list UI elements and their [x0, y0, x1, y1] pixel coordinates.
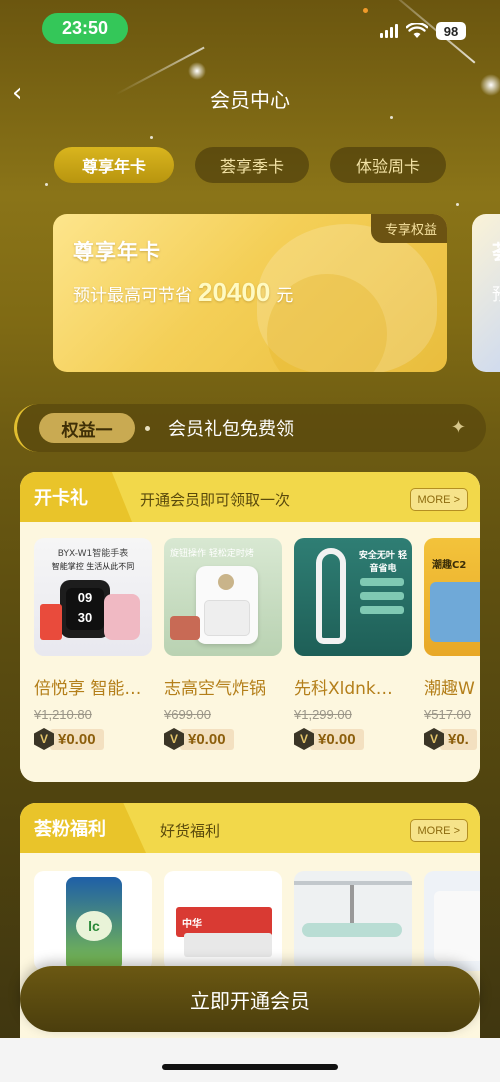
section-header: 开卡礼 开通会员即可领取一次 MORE >: [20, 472, 480, 522]
decorative-dot: [45, 183, 48, 186]
member-price: V ¥0.00: [164, 728, 282, 750]
image-caption: 旋钮操作 轻松定时烤: [170, 549, 254, 559]
original-price: ¥699.00: [164, 707, 211, 722]
image-caption: 潮趣C2: [432, 560, 467, 571]
member-price: V ¥0.00: [294, 728, 412, 750]
sparkle-icon: ✦: [450, 417, 466, 438]
hanger-icon: [302, 923, 402, 937]
toy-icon: [430, 582, 480, 642]
member-center-screen: 23:50 98 ‹ 会员中心 尊享年卡 荟享季卡 体验周卡 专享权益 尊享年卡…: [0, 0, 500, 1082]
product-name: 潮趣W: [424, 679, 475, 699]
price-value: ¥0.00: [310, 728, 364, 750]
detergent-icon: lc: [66, 877, 122, 971]
peek-sub: 预: [492, 280, 500, 305]
image-caption: 安全无叶 轻音省电: [358, 551, 408, 574]
savings-amount: 20400: [198, 277, 271, 307]
more-button[interactable]: MORE >: [409, 819, 468, 842]
product-card[interactable]: lc: [34, 871, 152, 971]
price-value: ¥0.00: [180, 728, 234, 750]
tab-annual-card[interactable]: 尊享年卡: [54, 147, 174, 183]
product-image: [434, 891, 480, 961]
product-name: 倍悦享 智能手表: [34, 679, 146, 699]
food-icon: [170, 616, 200, 640]
air-fryer-icon: [196, 566, 258, 644]
product-card[interactable]: [294, 871, 412, 971]
product-card[interactable]: 潮趣C2 潮趣W ¥517.00 V ¥0.: [424, 538, 480, 750]
product-name: 先科Xldnk无叶风扇: [294, 679, 406, 699]
battery-icon: 98: [436, 22, 466, 40]
peek-title: 荟: [492, 236, 500, 265]
product-image: 旋钮操作 轻松定时烤: [164, 538, 282, 656]
exclusive-badge: 专享权益: [370, 214, 447, 243]
next-card-peek[interactable]: 荟 预: [472, 214, 500, 372]
section-title: 荟粉福利: [34, 819, 106, 840]
benefit-chip: 权益一: [39, 413, 135, 443]
image-text: 智能掌控 生活从此不同: [51, 562, 135, 571]
home-indicator[interactable]: [162, 1064, 338, 1070]
tab-season-card[interactable]: 荟享季卡: [195, 147, 309, 183]
product-image: BYX-W1智能手表 智能掌控 生活从此不同 09 30: [34, 538, 152, 656]
watch-icon: [104, 594, 140, 640]
decorative-star-icon: [188, 62, 206, 80]
decorative-dot: [390, 116, 393, 119]
product-card[interactable]: 中华: [164, 871, 282, 971]
original-price: ¥1,210.80: [34, 707, 92, 722]
section-subtitle: 好货福利: [160, 822, 221, 840]
bottom-safe-area: [0, 1038, 500, 1082]
price-value: ¥0.: [440, 728, 477, 750]
decorative-dot: [456, 203, 459, 206]
membership-card[interactable]: 专享权益 尊享年卡 预计最高可节省 20400 元: [53, 214, 447, 372]
original-price: ¥1,299.00: [294, 707, 352, 722]
watch-icon: 09 30: [60, 580, 110, 638]
product-name: 志高空气炸锅: [164, 679, 266, 699]
product-image: 安全无叶 轻音省电: [294, 538, 412, 656]
section-title: 开卡礼: [34, 488, 88, 509]
savings-label: 预计最高可节省: [73, 286, 192, 306]
status-icons: 98: [380, 22, 466, 40]
decorative-dot: [150, 136, 153, 139]
more-button[interactable]: MORE >: [409, 488, 468, 511]
savings-unit: 元: [276, 286, 294, 306]
product-card[interactable]: 旋钮操作 轻松定时烤 志高空气炸锅 ¥699.00 V ¥0.00: [164, 538, 282, 750]
page-title: 会员中心: [210, 88, 290, 112]
hanger-hook: [350, 885, 354, 923]
separator-dot: [145, 425, 150, 431]
promo-tag: [40, 604, 62, 640]
member-price: V ¥0.: [424, 728, 480, 750]
benefit-bar: 权益一 会员礼包免费领 ✦: [14, 404, 486, 452]
product-card[interactable]: BYX-W1智能手表 智能掌控 生活从此不同 09 30 倍悦享 智能手表 ¥1,…: [34, 538, 152, 750]
price-value: ¥0.00: [50, 728, 104, 750]
benefit-text: 会员礼包免费领: [168, 419, 294, 440]
member-price: V ¥0.00: [34, 728, 152, 750]
decorative-dot: [363, 8, 368, 13]
product-card[interactable]: 安全无叶 轻音省电 先科Xldnk无叶风扇 ¥1,299.00 V ¥0.00: [294, 538, 412, 750]
toothpaste-icon: [184, 933, 272, 957]
wifi-icon: [406, 23, 428, 38]
activate-membership-button[interactable]: 立即开通会员: [20, 966, 480, 1032]
image-caption: BYX-W1智能手表: [57, 549, 129, 559]
card-title: 尊享年卡: [73, 240, 161, 264]
card-savings: 预计最高可节省 20400 元: [73, 277, 293, 308]
product-card[interactable]: [424, 871, 480, 971]
signal-icon: [380, 24, 398, 38]
gift-section: 开卡礼 开通会员即可领取一次 MORE > BYX-W1智能手表 智能掌控 生活…: [20, 472, 480, 782]
fan-icon: [316, 548, 346, 644]
section-subtitle: 开通会员即可领取一次: [140, 491, 291, 509]
tab-week-card[interactable]: 体验周卡: [330, 147, 446, 183]
status-time: 23:50: [42, 13, 128, 44]
product-image: 潮趣C2: [424, 538, 480, 656]
original-price: ¥517.00: [424, 707, 471, 722]
section-header: 荟粉福利 好货福利 MORE >: [20, 803, 480, 853]
